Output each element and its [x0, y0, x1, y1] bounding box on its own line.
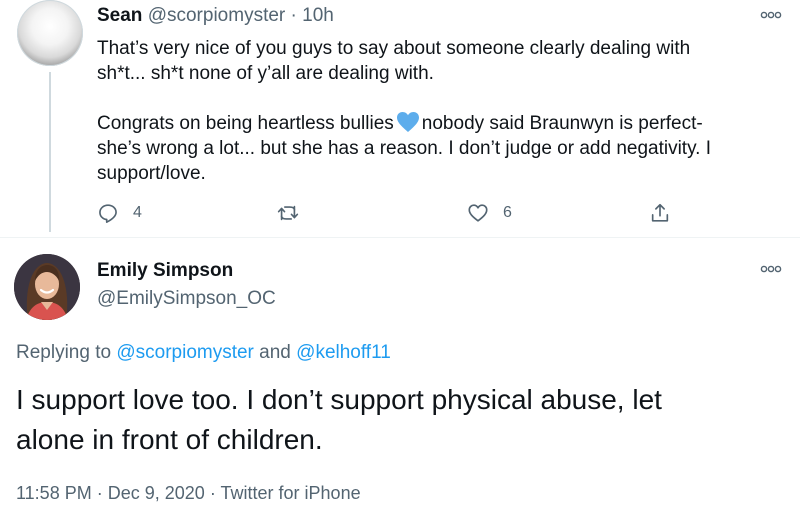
reply-button[interactable]: 4 [97, 198, 142, 228]
tweet-text: That’s very nice of you guys to say abou… [97, 36, 757, 186]
mention-link[interactable]: @scorpiomyster [116, 342, 254, 363]
tweet-text-line: sh*t... sh*t none of y’all are dealing w… [97, 63, 434, 84]
tweet-text: I support love too. I don’t support phys… [16, 380, 776, 460]
tweet-metadata: 11:58 PM · Dec 9, 2020 · Twitter for iPh… [16, 483, 361, 504]
like-icon [468, 204, 488, 222]
avatar[interactable] [14, 254, 80, 320]
reply-count: 4 [133, 204, 142, 221]
author-handle[interactable]: @EmilySimpson_OC [97, 288, 276, 310]
like-count: 6 [503, 204, 512, 221]
tweet-text-fragment: nobody said Braunwyn is perfect- [421, 113, 703, 134]
replying-to-and: and [259, 342, 291, 363]
reply-icon [99, 204, 117, 223]
share-button[interactable] [649, 198, 671, 228]
separator-dot: · [209, 483, 216, 503]
tweet-text-line: she’s wrong a lot... but she has a reaso… [97, 138, 712, 159]
author-name[interactable]: Emily Simpson [97, 260, 233, 282]
tweet-text-line: support/love. [97, 163, 206, 184]
share-icon [651, 203, 669, 222]
replying-to-label: Replying to [16, 342, 112, 363]
separator-dot: · [290, 5, 297, 26]
focused-tweet: Emily Simpson @EmilySimpson_OC Replying … [0, 238, 800, 517]
tweet-text-line: Congrats on being heartless bullies nobod… [97, 111, 757, 136]
tweet-header: Sean @scorpiomyster · 10h [97, 5, 334, 27]
tweet-actions: 4 6 [97, 198, 697, 228]
more-icon[interactable] [760, 264, 782, 274]
tweet-source[interactable]: Twitter for iPhone [221, 483, 361, 503]
like-button[interactable]: 6 [467, 198, 512, 228]
author-name[interactable]: Sean [97, 5, 142, 26]
replying-to: Replying to @scorpiomyster and @kelhoff1… [16, 342, 391, 364]
author-handle[interactable]: @scorpiomyster [148, 5, 286, 26]
more-icon[interactable] [760, 10, 782, 20]
retweet-icon [277, 205, 299, 221]
tweet-text-fragment: Congrats on being heartless bullies [97, 113, 394, 134]
tweet-text-line: That’s very nice of you guys to say abou… [97, 38, 691, 59]
tweet-text-line: I support love too. I don’t support phys… [16, 384, 662, 415]
mention-link[interactable]: @kelhoff11 [296, 342, 391, 363]
tweet-date[interactable]: Dec 9, 2020 [108, 483, 205, 503]
tweet-time[interactable]: 10h [302, 5, 334, 26]
separator-dot: · [96, 483, 103, 503]
avatar[interactable] [17, 0, 83, 66]
tweet-timestamp[interactable]: 11:58 PM [16, 483, 92, 503]
thread-connector [49, 72, 51, 232]
parent-tweet[interactable]: Sean @scorpiomyster · 10h That’s very ni… [0, 0, 800, 236]
retweet-button[interactable] [277, 198, 299, 228]
tweet-text-line: alone in front of children. [16, 424, 323, 455]
blue-heart-icon [396, 112, 419, 132]
